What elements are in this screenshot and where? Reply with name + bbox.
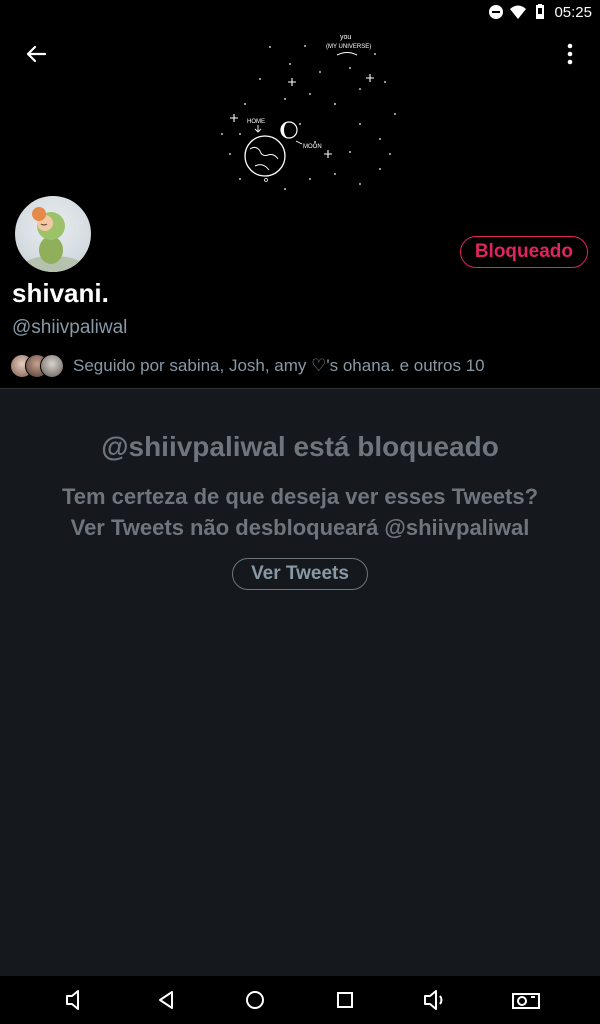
volume-up-button[interactable] — [421, 986, 449, 1014]
triangle-back-icon — [159, 991, 173, 1009]
square-recents-icon — [337, 992, 353, 1008]
avatar[interactable] — [12, 193, 94, 275]
profile-section: Bloqueado shivani. @shiivpaliwal Seguido… — [0, 190, 600, 388]
camera-icon — [512, 993, 540, 1009]
avatar-image — [23, 207, 83, 272]
recents-nav-button[interactable] — [331, 986, 359, 1014]
volume-up-icon — [424, 990, 443, 1010]
profile-handle: @shiivpaliwal — [12, 317, 128, 338]
banner-home-text: HOME — [247, 119, 265, 125]
home-nav-button[interactable] — [241, 986, 269, 1014]
status-icons: 05:25 — [488, 2, 592, 22]
more-vertical-icon — [567, 43, 573, 65]
back-nav-button[interactable] — [152, 986, 180, 1014]
banner-universe-text: (MY UNIVERSE) — [326, 44, 371, 50]
follower-avatar — [40, 354, 64, 378]
circle-home-icon — [246, 991, 264, 1009]
blocked-subtitle-line1: Tem certeza de que deseja ver esses Twee… — [61, 484, 539, 509]
more-options-button[interactable] — [560, 38, 580, 70]
arrow-left-icon — [26, 45, 47, 63]
volume-down-button[interactable] — [60, 986, 88, 1014]
back-button[interactable] — [22, 40, 50, 68]
banner-moon-text: MOON — [303, 144, 322, 150]
blocked-title: @shiivpaliwal está bloqueado — [101, 431, 499, 462]
follower-avatars — [10, 354, 64, 378]
view-tweets-button[interactable]: Ver Tweets — [232, 558, 368, 590]
followed-by-row[interactable]: Seguido por sabina, Josh, amy ♡'s ohana.… — [10, 354, 485, 378]
banner-you-text: you — [340, 34, 351, 41]
status-time: 05:25 — [554, 3, 592, 21]
blocked-subtitle: Tem certeza de que deseja ver esses Twee… — [0, 481, 600, 543]
wifi-icon — [510, 5, 527, 19]
display-name: shivani. — [12, 278, 109, 308]
navigation-bar — [0, 976, 600, 1024]
blocked-button[interactable]: Bloqueado — [459, 236, 588, 268]
volume-down-icon — [66, 990, 79, 1010]
followed-by-text: Seguido por sabina, Josh, amy ♡'s ohana.… — [73, 356, 485, 375]
screenshot-button[interactable] — [510, 986, 542, 1014]
blocked-notice: @shiivpaliwal está bloqueado Tem certeza… — [0, 388, 600, 976]
do-not-disturb-icon — [489, 5, 504, 19]
blocked-subtitle-line2: Ver Tweets não desbloqueará @shiivpaliwa… — [70, 515, 530, 540]
status-bar: 05:25 — [0, 0, 600, 24]
battery-icon — [536, 4, 545, 19]
